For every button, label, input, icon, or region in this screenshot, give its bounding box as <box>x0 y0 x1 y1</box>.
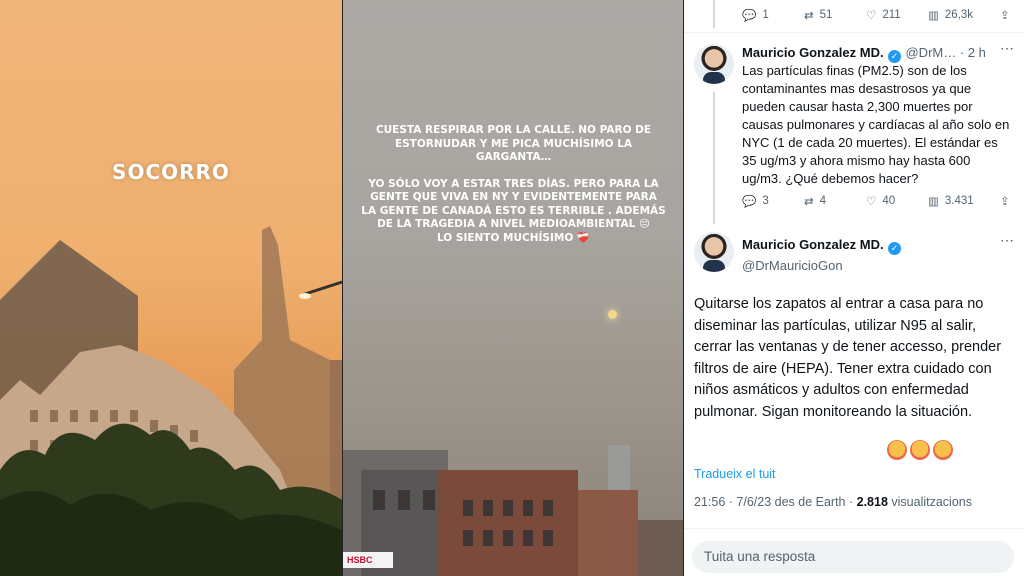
main-tweet-header: Mauricio Gonzalez MD. ✓ @DrMauricioGon <box>742 236 902 273</box>
share-icon: ⇪ <box>1000 10 1010 22</box>
hot-face-emoji-icon <box>910 440 930 460</box>
author-handle[interactable]: @DrMauricioGon <box>742 258 901 273</box>
retweet-icon: ⇄ <box>804 10 814 22</box>
bar-chart-icon: ▥ <box>928 196 939 208</box>
tweet-thread: 💬 1 ⇄ 51 ♡ 211 ▥ 26,3k ⇪ Mauricio Gonzal… <box>683 0 1024 576</box>
main-tweet-text: Quitarse los zapatos al entrar a casa pa… <box>694 296 1002 420</box>
like-button[interactable]: ♡ 211 <box>866 8 928 22</box>
reply-count: 3 <box>762 195 769 207</box>
reply-button[interactable]: 💬 1 <box>742 8 804 22</box>
handle-and-time[interactable]: @DrM… · 2 h <box>905 45 985 60</box>
reply-tweet-header: Mauricio Gonzalez MD. ✓ @DrM… · 2 h <box>742 44 1017 63</box>
reply-button[interactable]: 💬 3 <box>742 194 804 208</box>
share-icon: ⇪ <box>1000 196 1010 208</box>
translate-link[interactable]: Tradueix el tuit <box>694 467 776 481</box>
thread-connector <box>713 92 715 224</box>
more-options-icon[interactable]: ⋯ <box>1000 40 1015 57</box>
reply-icon: 💬 <box>742 196 757 208</box>
reply-icon: 💬 <box>742 10 757 22</box>
views-label: visualitzacions <box>891 495 972 509</box>
street-buildings-illustration <box>343 445 683 576</box>
author-name[interactable]: Mauricio Gonzalez MD. <box>742 237 884 252</box>
retweet-count: 4 <box>819 195 827 207</box>
storefront-sign: HSBC <box>347 555 373 565</box>
verified-badge-icon: ✓ <box>888 242 902 255</box>
hot-face-emoji-icon <box>933 440 953 460</box>
author-name[interactable]: Mauricio Gonzalez MD. <box>742 45 884 60</box>
share-button[interactable]: ⇪ <box>1000 8 1010 22</box>
views-button[interactable]: ▥ 26,3k <box>928 8 1000 22</box>
tweet-divider <box>684 528 1024 529</box>
emoji-group <box>884 440 953 465</box>
views-count: 3.431 <box>944 195 974 207</box>
story-photo-middle: CUESTA RESPIRAR POR LA CALLE. NO PARO DE… <box>342 0 683 576</box>
retweet-button[interactable]: ⇄ 51 <box>804 8 866 22</box>
like-count: 211 <box>882 9 901 21</box>
reply-count: 1 <box>762 9 769 21</box>
retweet-icon: ⇄ <box>804 196 814 208</box>
share-button[interactable]: ⇪ <box>1000 194 1010 208</box>
views-count: 2.818 <box>856 495 888 509</box>
reply-tweet-text: Las partículas finas (PM2.5) son de los … <box>742 63 1010 186</box>
nyc-skyline-illustration <box>0 226 342 576</box>
like-count: 40 <box>882 195 896 207</box>
reply-tweet-actions: 💬 3 ⇄ 4 ♡ 40 ▥ 3.431 ⇪ <box>742 194 1010 208</box>
heart-icon: ♡ <box>866 10 877 22</box>
heart-icon: ♡ <box>866 196 877 208</box>
retweet-button[interactable]: ⇄ 4 <box>804 194 866 208</box>
hot-face-emoji-icon <box>887 440 907 460</box>
more-options-icon[interactable]: ⋯ <box>1000 232 1015 249</box>
views-count: 26,3k <box>944 9 974 21</box>
story-overlay-text: SOCORRO <box>112 160 230 184</box>
like-button[interactable]: ♡ 40 <box>866 194 928 208</box>
avatar[interactable] <box>694 232 734 272</box>
previous-tweet-actions: 💬 1 ⇄ 51 ♡ 211 ▥ 26,3k ⇪ <box>742 8 1010 22</box>
story-photo-left: SOCORRO <box>0 0 342 576</box>
tweet-divider <box>684 32 1024 33</box>
avatar[interactable] <box>694 44 734 84</box>
tweet-timestamp[interactable]: 21:56 · 7/6/23 des de Earth · <box>694 495 853 509</box>
thread-connector <box>713 0 715 28</box>
tweet-meta: 21:56 · 7/6/23 des de Earth · 2.818 visu… <box>694 495 972 509</box>
views-button[interactable]: ▥ 3.431 <box>928 194 1000 208</box>
retweet-count: 51 <box>819 9 833 21</box>
reply-input[interactable]: Tuita una resposta <box>692 541 1014 573</box>
bar-chart-icon: ▥ <box>928 10 939 22</box>
